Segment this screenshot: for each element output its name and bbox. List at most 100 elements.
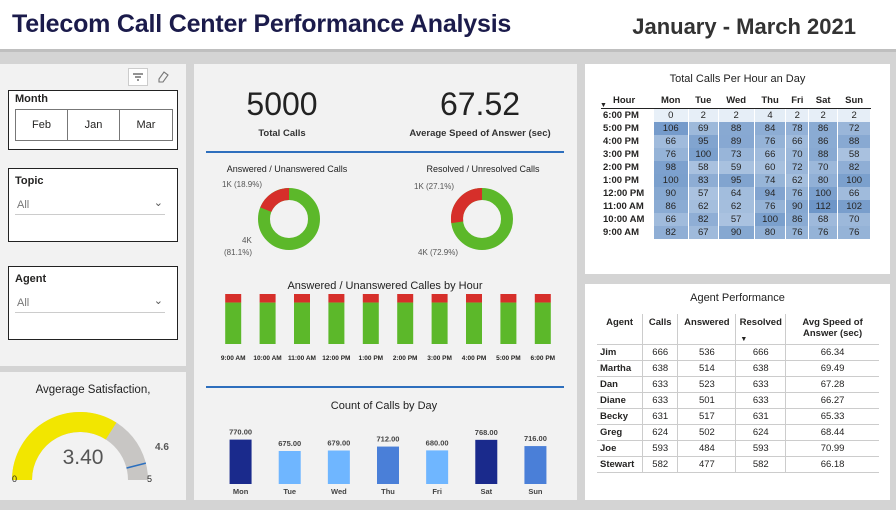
table-row: 6:00 PM 0 2 2 4 2 2 2 [601, 108, 871, 122]
bar-answered[interactable] [534, 302, 551, 344]
table-cell: 593 [735, 439, 787, 457]
table-cell: 70 [785, 147, 810, 161]
bar-unanswered[interactable] [328, 294, 345, 303]
bar-unanswered[interactable] [294, 294, 310, 303]
day-bar[interactable] [475, 439, 498, 484]
avg-speed-value: 67.52 [439, 86, 521, 122]
bar-unanswered[interactable] [225, 294, 242, 303]
table-cell: 517 [677, 407, 737, 425]
bar-answered[interactable] [397, 302, 414, 344]
month-option-jan[interactable]: Jan [67, 109, 120, 141]
table-cell: 514 [677, 359, 737, 377]
satisfaction-gauge [12, 412, 148, 481]
table-row[interactable]: Jim 666 536 666 66.34 [597, 343, 879, 361]
filter-icon[interactable] [128, 68, 148, 86]
satisfaction-panel: Avgerage Satisfaction, 3.40 0 5 4.6 [0, 372, 186, 500]
bar-answered[interactable] [259, 302, 276, 344]
month-option-feb[interactable]: Feb [15, 109, 68, 141]
hour-label: 10:00 AM [601, 212, 654, 226]
table-cell: 484 [677, 439, 737, 457]
table-cell: 65.33 [785, 407, 879, 425]
col-header[interactable]: Agent [597, 314, 644, 345]
total-calls-label: Total Calls [258, 128, 306, 139]
agent-dropdown[interactable]: All ⌄ [15, 291, 165, 313]
table-row[interactable]: Joe 593 484 593 70.99 [597, 439, 879, 457]
col-header[interactable]: Fri [785, 95, 810, 109]
table-row[interactable]: Stewart 582 477 582 66.18 [597, 455, 879, 473]
table-cell: 112 [808, 199, 839, 213]
col-header[interactable]: Thu [754, 95, 787, 109]
bar-answered[interactable] [328, 302, 345, 344]
col-header[interactable]: Calls [642, 314, 679, 345]
table-row[interactable]: Becky 631 517 631 65.33 [597, 407, 879, 425]
table-cell: 94 [754, 186, 787, 200]
day-bar[interactable] [377, 446, 399, 484]
table-cell: 80 [808, 173, 839, 187]
day-bar[interactable] [278, 451, 301, 484]
table-row[interactable]: Diane 633 501 633 66.27 [597, 391, 879, 409]
col-hour-header[interactable]: ▼ Hour [600, 95, 654, 109]
bar-answered[interactable] [431, 302, 448, 344]
answered-donut [258, 187, 320, 250]
bar-unanswered[interactable] [259, 294, 276, 303]
gauge-min-label: 0 [12, 474, 18, 484]
gauge-target-label: 4.6 [155, 442, 169, 453]
day-bar[interactable] [229, 439, 252, 484]
bar-answered[interactable] [225, 302, 242, 344]
agent-name: Greg [597, 423, 644, 441]
table-cell: 633 [735, 375, 787, 393]
day-bar[interactable] [327, 450, 350, 484]
table-cell: 100 [688, 147, 719, 161]
bar-answered[interactable] [466, 302, 482, 344]
table-cell: 501 [677, 391, 737, 409]
topic-dropdown[interactable]: All ⌄ [15, 193, 165, 215]
table-cell: 95 [718, 173, 755, 187]
col-header[interactable]: Tue [688, 95, 719, 109]
month-option-mar[interactable]: Mar [119, 109, 173, 141]
table-cell: 76 [754, 199, 787, 213]
hour-axis-labels: 9:00 AM 10:00 AM 11:00 AM 12:00 PM 1:00 PM 2:… [216, 354, 560, 376]
hour-label: 11:00 AM [601, 199, 654, 213]
table-cell: 2 [785, 108, 810, 122]
table-row[interactable]: Martha 638 514 638 69.49 [597, 359, 879, 377]
col-header[interactable]: Sat [808, 95, 839, 109]
bar-unanswered[interactable] [500, 294, 517, 303]
eraser-icon[interactable] [154, 68, 174, 86]
bar-answered[interactable] [362, 302, 379, 344]
table-row: 2:00 PM 98 58 59 60 72 70 82 [601, 160, 871, 174]
bar-unanswered[interactable] [534, 294, 551, 303]
agent-slicer-title: Agent [15, 273, 47, 285]
table-cell: 100 [837, 173, 871, 187]
table-row[interactable]: Greg 624 502 624 68.44 [597, 423, 879, 441]
bar-answered[interactable] [294, 302, 310, 344]
hour-label: 9:00 AM [601, 225, 654, 239]
table-cell: 582 [735, 455, 787, 473]
day-bar[interactable] [426, 450, 449, 484]
agent-name: Becky [597, 407, 644, 425]
day-tick-label: Thu [381, 487, 395, 496]
col-header[interactable]: Wed [718, 95, 755, 109]
bar-unanswered[interactable] [362, 294, 379, 303]
table-cell: 76 [785, 186, 810, 200]
bar-unanswered[interactable] [397, 294, 414, 303]
bar-unanswered[interactable] [431, 294, 448, 303]
table-row: 4:00 PM 66 95 89 76 66 86 88 [601, 134, 871, 148]
table-cell: 638 [642, 359, 679, 377]
col-header[interactable]: Sun [837, 95, 871, 109]
col-header[interactable]: Mon [653, 95, 689, 109]
table-cell: 66 [653, 134, 689, 148]
table-cell: 83 [688, 173, 719, 187]
day-bar[interactable] [524, 446, 547, 484]
hour-label: 4:00 PM [601, 134, 654, 148]
agent-slicer: Agent All ⌄ [8, 266, 178, 340]
bar-answered[interactable] [500, 302, 517, 344]
month-slicer-title: Month [15, 93, 48, 105]
table-cell: 102 [837, 199, 871, 213]
col-header[interactable]: Avg Speed of Answer (sec) [785, 314, 879, 345]
table-row[interactable]: Dan 633 523 633 67.28 [597, 375, 879, 393]
bar-unanswered[interactable] [466, 294, 482, 303]
col-header[interactable]: Answered [677, 314, 737, 345]
answered-small-label: 1K (18.9%) [222, 180, 263, 189]
col-header[interactable]: Resolved ▼ [735, 314, 787, 345]
table-cell: 631 [642, 407, 679, 425]
